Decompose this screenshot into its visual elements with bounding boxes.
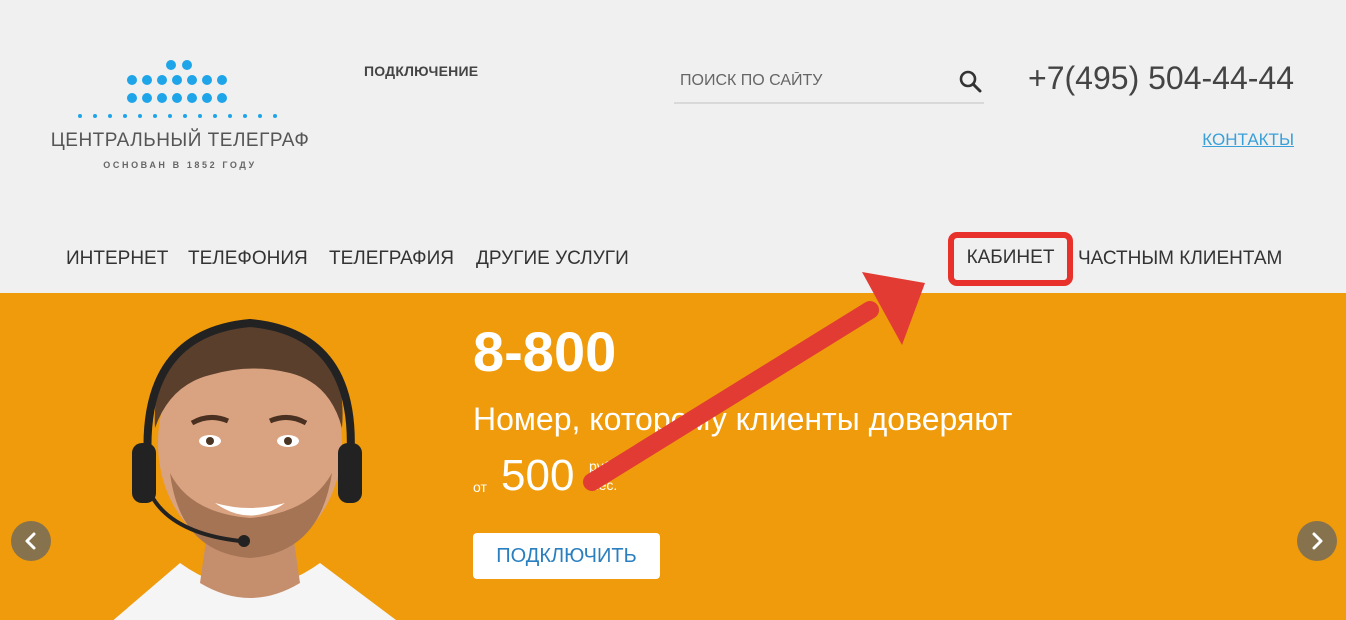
connection-link[interactable]: ПОДКЛЮЧЕНИЕ — [364, 63, 478, 79]
site-search — [674, 60, 984, 104]
price-unit-top: руб. — [589, 458, 618, 476]
phone-number[interactable]: +7(495) 504-44-44 — [1020, 60, 1294, 97]
logo-title: ЦЕНТРАЛЬНЫЙ ТЕЛЕГРАФ — [50, 130, 310, 151]
contacts-link[interactable]: КОНТАКТЫ — [1150, 130, 1294, 150]
logo-dots-icon — [78, 60, 277, 118]
nav-item-other-services[interactable]: ДРУГИЕ УСЛУГИ — [476, 248, 629, 270]
site-logo[interactable]: ЦЕНТРАЛЬНЫЙ ТЕЛЕГРАФ ОСНОВАН В 1852 ГОДУ — [50, 58, 310, 178]
nav-item-telephony[interactable]: ТЕЛЕФОНИЯ — [188, 248, 308, 270]
chevron-left-icon — [25, 532, 36, 550]
logo-subtitle: ОСНОВАН В 1852 ГОДУ — [103, 160, 257, 170]
cabinet-highlight: КАБИНЕТ — [948, 232, 1073, 286]
nav-item-cabinet[interactable]: КАБИНЕТ — [954, 238, 1067, 280]
chevron-right-icon — [1312, 532, 1323, 550]
nav-item-telegraphy[interactable]: ТЕЛЕГРАФИЯ — [329, 248, 454, 270]
search-icon[interactable] — [958, 69, 984, 95]
slider-prev-button[interactable] — [11, 521, 51, 561]
price-unit-bottom: мес. — [589, 477, 618, 493]
banner-subline: Номер, которому клиенты доверяют — [473, 401, 1013, 437]
slider-next-button[interactable] — [1297, 521, 1337, 561]
site-header: ЦЕНТРАЛЬНЫЙ ТЕЛЕГРАФ ОСНОВАН В 1852 ГОДУ… — [0, 0, 1346, 293]
banner-headline: 8-800 — [473, 320, 617, 383]
search-input[interactable] — [680, 70, 940, 92]
nav-item-private-clients[interactable]: ЧАСТНЫМ КЛИЕНТАМ — [1078, 248, 1282, 270]
promo-banner: 8-800 Номер, которому клиенты доверяют о… — [0, 293, 1346, 620]
price-unit: руб. мес. — [589, 457, 618, 494]
connect-button[interactable]: ПОДКЛЮЧИТЬ — [473, 533, 660, 579]
operator-photo — [113, 318, 396, 620]
price-from-label: от — [473, 479, 487, 495]
nav-item-internet[interactable]: ИНТЕРНЕТ — [66, 248, 168, 270]
price-value: 500 — [501, 451, 575, 500]
